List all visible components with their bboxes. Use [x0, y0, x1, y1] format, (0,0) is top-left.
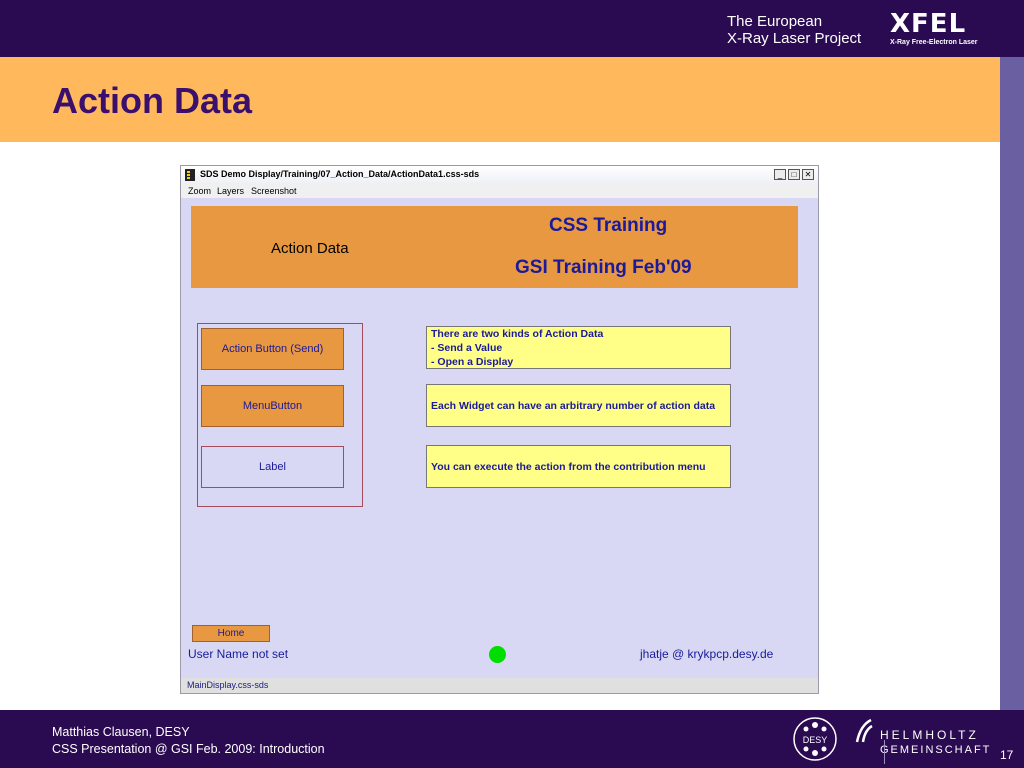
note-line: There are two kinds of Action Data [431, 328, 604, 340]
display-header-panel: Action Data CSS Training GSI Training Fe… [191, 206, 798, 288]
host-label: jhatje @ krykpcp.desy.de [640, 647, 774, 661]
app-icon [185, 169, 195, 181]
project-line-1: The European [727, 13, 823, 30]
header-date: GSI Training Feb'09 [515, 257, 692, 278]
home-button[interactable]: Home [192, 625, 270, 642]
menu-zoom[interactable]: Zoom [188, 186, 211, 196]
user-name-label: User Name not set [188, 647, 289, 661]
footer-presentation: CSS Presentation @ GSI Feb. 2009: Introd… [52, 742, 325, 756]
window-title: SDS Demo Display/Training/07_Action_Data… [200, 169, 480, 179]
project-name: The European X-Ray Laser Project [727, 13, 861, 47]
footer-author: Matthias Clausen, DESY [52, 725, 190, 739]
minimize-button[interactable]: _ [774, 169, 786, 180]
header-label: Action Data [271, 240, 349, 257]
menu-bar: Zoom Layers Screenshot [181, 184, 818, 198]
slide-title: Action Data [52, 80, 253, 121]
xfel-logo-subtitle: X-Ray Free-Electron Laser [890, 39, 978, 46]
note-action-kinds: There are two kinds of Action Data - Sen… [426, 326, 731, 369]
slide-header-bar [0, 0, 1024, 57]
note-line: - Open a Display [431, 356, 514, 368]
note-contribution-menu: You can execute the action from the cont… [426, 445, 731, 488]
note-line: - Send a Value [431, 342, 503, 354]
xfel-logo: XFEL X-Ray Free-Electron Laser [890, 10, 990, 50]
footer-text: Matthias Clausen, DESY CSS Presentation … [52, 724, 325, 758]
helmholtz-mark-icon [855, 718, 873, 743]
footer-divider [884, 740, 885, 764]
note-line: Each Widget can have an arbitrary number… [431, 400, 716, 412]
note-action-count: Each Widget can have an arbitrary number… [426, 384, 731, 427]
label-widget[interactable]: Label [201, 446, 344, 488]
helmholtz-word: HELMHOLTZ [880, 728, 979, 742]
window-titlebar[interactable]: SDS Demo Display/Training/07_Action_Data… [181, 166, 818, 185]
xfel-logo-word: XFEL [890, 9, 967, 39]
menu-layers[interactable]: Layers [217, 186, 244, 196]
page-number: 17 [1000, 748, 1014, 762]
status-filename: MainDisplay.css-sds [187, 680, 269, 690]
close-button[interactable]: ✕ [802, 169, 814, 180]
action-button-send[interactable]: Action Button (Send) [201, 328, 344, 370]
gemeinschaft-word: GEMEINSCHAFT [880, 744, 992, 756]
menu-screenshot[interactable]: Screenshot [251, 186, 297, 196]
project-line-2: X-Ray Laser Project [727, 30, 862, 47]
note-line: You can execute the action from the cont… [431, 461, 706, 473]
desy-logo-text: DESY [803, 735, 828, 745]
status-led [489, 646, 506, 663]
desy-logo: DESY [793, 717, 837, 761]
sds-display-window[interactable]: SDS Demo Display/Training/07_Action_Data… [180, 165, 819, 694]
slide-side-strip [1000, 57, 1024, 710]
status-bar: MainDisplay.css-sds [181, 678, 818, 693]
header-training: CSS Training [549, 215, 668, 236]
menu-button[interactable]: MenuButton [201, 385, 344, 427]
maximize-button[interactable]: □ [788, 169, 800, 180]
